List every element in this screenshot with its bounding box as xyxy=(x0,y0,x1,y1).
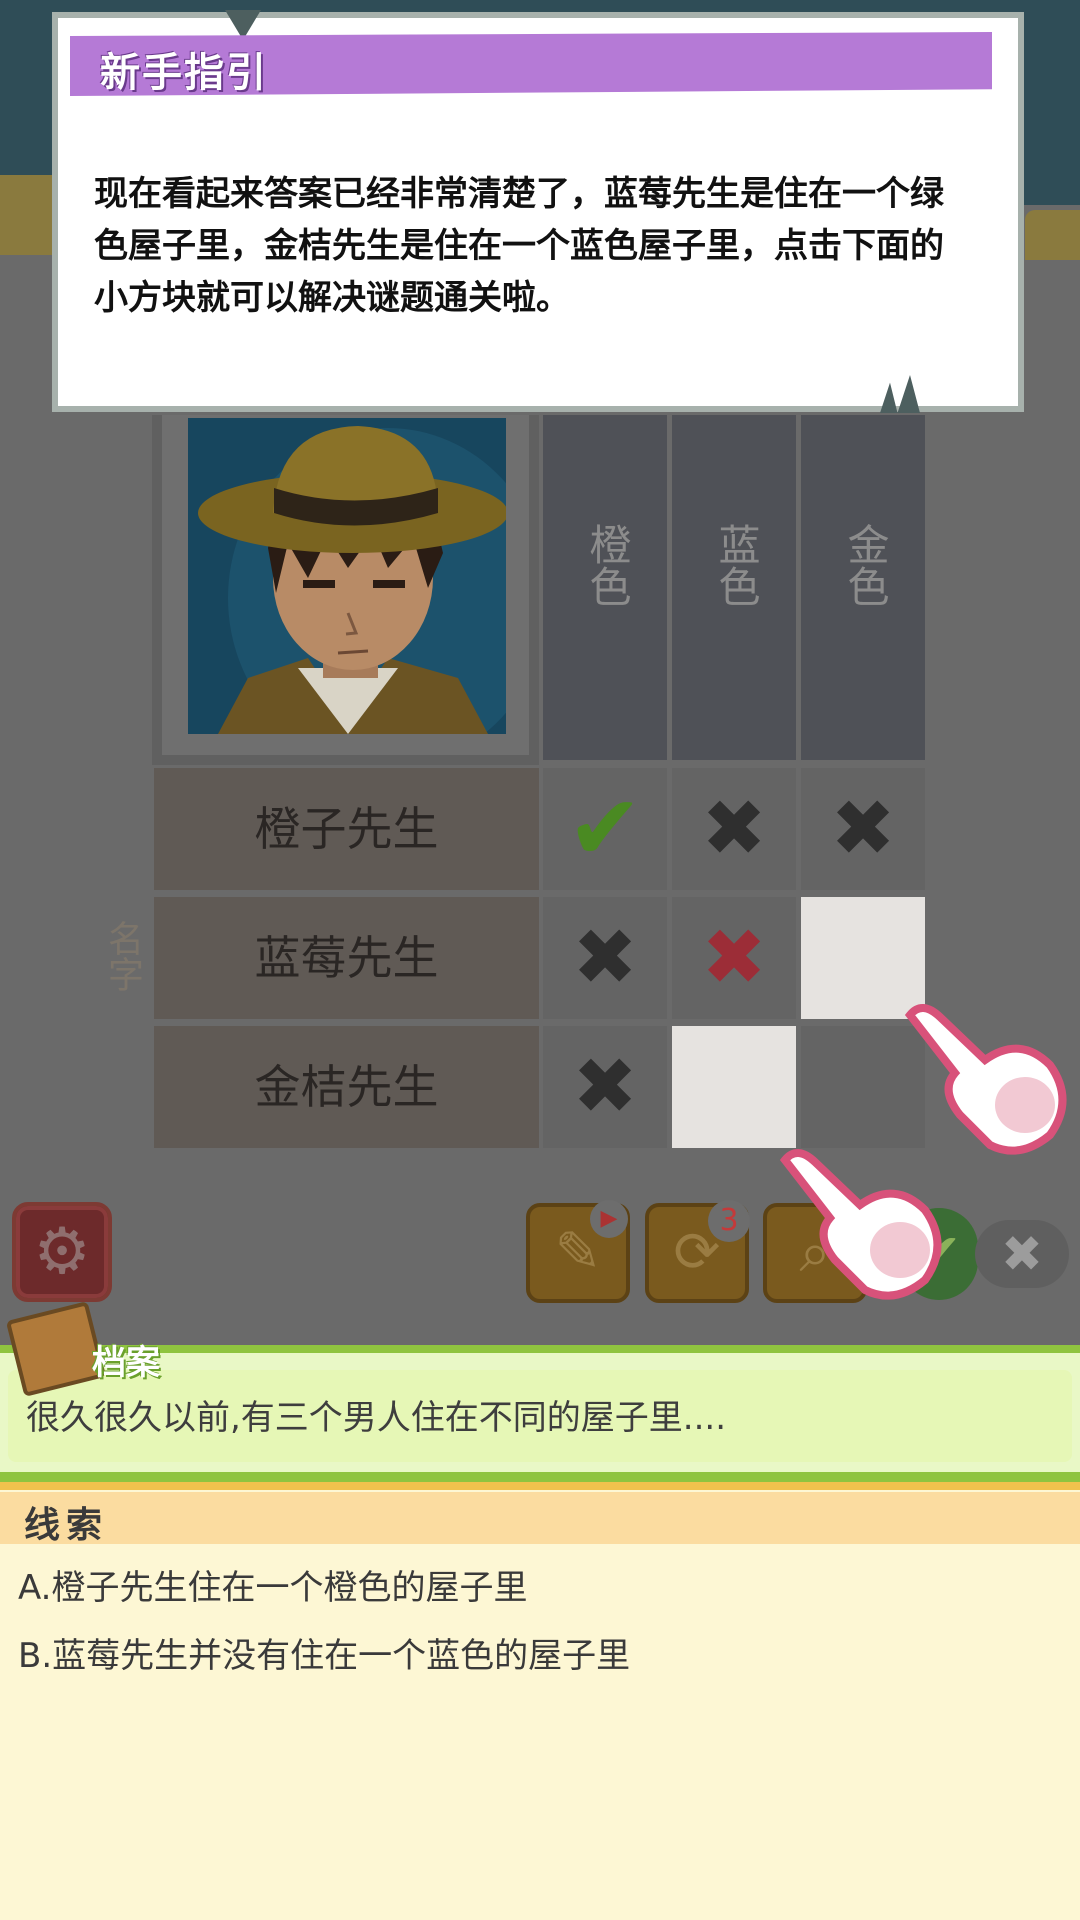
grid-cell-r2-c1[interactable]: ✖ xyxy=(543,897,667,1019)
header-ornament-right xyxy=(1025,210,1080,260)
check-icon: ✔ xyxy=(567,776,643,881)
grid-cell-r1-c1[interactable]: ✔ xyxy=(543,768,667,890)
clue-top-border xyxy=(0,1482,1080,1490)
gear-icon: ⚙ xyxy=(33,1215,91,1289)
clue-header-bar xyxy=(0,1492,1080,1544)
grid-cell-r2-c2[interactable]: ✖ xyxy=(672,897,796,1019)
cross-icon: ✖ xyxy=(701,784,767,874)
row-name-cell: 蓝莓先生 xyxy=(154,897,539,1019)
guide-title: 新手指引 xyxy=(100,50,268,96)
detective-portrait xyxy=(188,418,506,734)
cancel-button[interactable]: ✖ xyxy=(975,1220,1069,1288)
grid-cell-r3-c1[interactable]: ✖ xyxy=(543,1026,667,1148)
video-icon: ▶ xyxy=(590,1200,628,1238)
row-group-label: 名字 xyxy=(102,920,143,992)
row-name-label: 金桔先生 xyxy=(254,1060,439,1114)
pointing-hand-icon xyxy=(900,995,1067,1155)
guide-text: 现在看起来答案已经非常清楚了，蓝莓先生是住在一个绿色屋子里，金桔先生是住在一个蓝… xyxy=(94,174,944,318)
grid-cell-r1-c2[interactable]: ✖ xyxy=(672,768,796,890)
clue-item: B.蓝莓先生并没有住在一个蓝色的屋子里 xyxy=(18,1636,631,1676)
archive-text: 很久很久以前,有三个男人住在不同的屋子里.... xyxy=(26,1398,727,1438)
clue-item: A.橙子先生住在一个橙色的屋子里 xyxy=(18,1568,528,1608)
column-label: 金色 xyxy=(841,523,890,607)
row-name-label: 蓝莓先生 xyxy=(254,931,439,985)
column-header-orange: 橙色 xyxy=(543,415,667,760)
column-header-blue: 蓝色 xyxy=(672,415,796,760)
settings-button[interactable]: ⚙ xyxy=(12,1202,112,1302)
clue-title: 线索 xyxy=(24,1505,109,1546)
refresh-count-badge: 3 xyxy=(708,1200,750,1242)
cross-icon: ✖ xyxy=(572,913,638,1003)
column-header-gold: 金色 xyxy=(801,415,925,760)
archive-bottom-border xyxy=(0,1472,1080,1482)
row-name-cell: 橙子先生 xyxy=(154,768,539,890)
pointing-hand-icon xyxy=(775,1140,942,1300)
cross-icon: ✖ xyxy=(572,1042,638,1132)
cross-red-icon: ✖ xyxy=(701,913,767,1003)
column-label: 蓝色 xyxy=(712,523,761,607)
row-name-label: 橙子先生 xyxy=(254,802,439,856)
column-label: 橙色 xyxy=(583,523,632,607)
row-name-cell: 金桔先生 xyxy=(154,1026,539,1148)
grid-cell-r3-c2-highlight[interactable] xyxy=(672,1026,796,1148)
grid-cell-r1-c3[interactable]: ✖ xyxy=(801,768,925,890)
cross-icon: ✖ xyxy=(830,784,896,874)
close-icon: ✖ xyxy=(1001,1225,1043,1283)
archive-title: 档案 xyxy=(92,1343,160,1383)
